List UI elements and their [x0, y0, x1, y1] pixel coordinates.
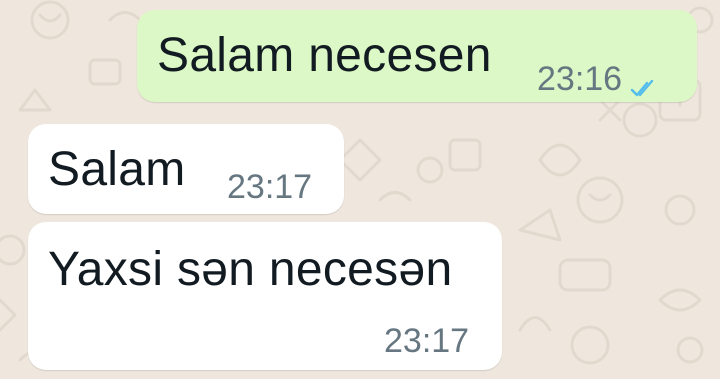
incoming-message-bubble[interactable]: Salam 23:17	[28, 124, 344, 214]
message-time: 23:17	[227, 168, 313, 206]
incoming-message-bubble[interactable]: Yaxsi sən necesən 23:17	[28, 222, 502, 370]
message-time: 23:16	[537, 60, 623, 98]
double-check-icon	[630, 70, 656, 97]
message-text: Salam	[48, 143, 186, 196]
message-meta: 23:16	[537, 60, 656, 98]
message-text: Salam necesen	[157, 29, 492, 82]
message-time: 23:17	[384, 322, 470, 360]
outgoing-message-bubble[interactable]: Salam necesen 23:16	[137, 10, 697, 102]
message-text: Yaxsi sən necesən	[48, 243, 453, 296]
